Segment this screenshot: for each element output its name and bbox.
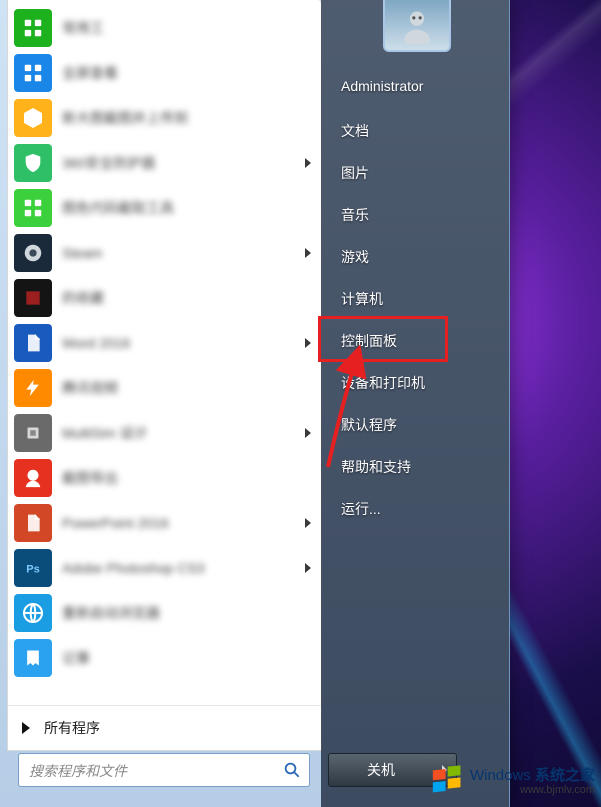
right-pane-item[interactable]: 帮助和支持 — [335, 446, 499, 488]
program-label: Steam — [62, 245, 305, 261]
program-label: 的收藏 — [62, 288, 311, 308]
submenu-arrow-icon — [305, 428, 311, 438]
program-item[interactable]: 腾讯视频 — [8, 365, 321, 410]
program-item[interactable]: MultiSim 设计 — [8, 410, 321, 455]
right-pane-item-label: 帮助和支持 — [341, 457, 411, 477]
program-icon — [14, 639, 52, 677]
program-item[interactable]: 截图导出 — [8, 455, 321, 500]
program-icon — [14, 414, 52, 452]
submenu-arrow-icon — [305, 518, 311, 528]
submenu-arrow-icon — [305, 158, 311, 168]
search-input[interactable] — [27, 754, 273, 788]
program-icon — [14, 189, 52, 227]
program-icon — [14, 504, 52, 542]
start-menu-left-pane: 常用工全屏查看新大图截图并上传到 360安全防护器图色代码截取工具 Steam 的收藏… — [7, 0, 322, 751]
program-label: 记事 — [62, 648, 311, 668]
right-pane-item[interactable]: 音乐 — [335, 194, 499, 236]
right-pane-item-label: 图片 — [341, 163, 369, 183]
program-list: 常用工全屏查看新大图截图并上传到 360安全防护器图色代码截取工具 Steam 的收藏… — [8, 5, 321, 700]
right-pane-item-label: 默认程序 — [341, 415, 397, 435]
right-pane-item-label: 游戏 — [341, 247, 369, 267]
start-menu-right-pane: Administrator 文档图片音乐游戏计算机控制面板设备和打印机默认程序帮助… — [321, 0, 509, 807]
program-label: 重新启动浏览器 — [62, 603, 311, 623]
program-label: 新大图截图并上传到 — [62, 108, 311, 128]
program-item[interactable]: Word 2016 — [8, 320, 321, 365]
program-icon — [14, 459, 52, 497]
program-item[interactable]: 新大图截图并上传到 — [8, 95, 321, 140]
program-label: 常用工 — [62, 18, 311, 38]
program-item[interactable]: 图色代码截取工具 — [8, 185, 321, 230]
search-icon[interactable] — [279, 757, 305, 783]
program-label: 全屏查看 — [62, 63, 311, 83]
submenu-arrow-icon — [305, 563, 311, 573]
program-label: 图色代码截取工具 — [62, 198, 311, 218]
program-icon — [14, 9, 52, 47]
shutdown-label: 关机 — [367, 760, 395, 780]
program-item[interactable]: PowerPoint 2016 — [8, 500, 321, 545]
user-avatar[interactable] — [383, 0, 451, 52]
start-menu: 常用工全屏查看新大图截图并上传到 360安全防护器图色代码截取工具 Steam 的收藏… — [0, 0, 510, 807]
program-label: PowerPoint 2016 — [62, 515, 305, 531]
submenu-arrow-icon — [305, 248, 311, 258]
right-pane-item[interactable]: 默认程序 — [335, 404, 499, 446]
program-label: 腾讯视频 — [62, 378, 311, 398]
right-pane-item[interactable]: 运行... — [335, 488, 499, 530]
right-pane-item[interactable]: 控制面板 — [335, 320, 499, 362]
program-item[interactable]: Ps Adobe Photoshop CS3 — [8, 545, 321, 590]
right-pane-item-label: 计算机 — [341, 289, 383, 309]
right-item-list: Administrator 文档图片音乐游戏计算机控制面板设备和打印机默认程序帮助… — [335, 62, 499, 530]
program-item[interactable]: 全屏查看 — [8, 50, 321, 95]
chevron-right-icon — [442, 765, 447, 775]
right-pane-item-label: Administrator — [341, 78, 423, 94]
svg-text:Ps: Ps — [26, 563, 39, 575]
search-box[interactable] — [18, 753, 310, 787]
right-pane-item-label: 控制面板 — [341, 331, 397, 351]
program-label: Adobe Photoshop CS3 — [62, 560, 305, 576]
program-icon — [14, 324, 52, 362]
right-pane-item[interactable]: 游戏 — [335, 236, 499, 278]
program-label: 360安全防护器 — [62, 153, 305, 173]
program-item[interactable]: 常用工 — [8, 5, 321, 50]
arrow-right-icon — [22, 722, 30, 734]
right-pane-item[interactable]: Administrator — [335, 62, 499, 110]
program-icon — [14, 369, 52, 407]
program-label: 截图导出 — [62, 468, 311, 488]
submenu-arrow-icon — [305, 338, 311, 348]
right-pane-item-label: 运行... — [341, 499, 381, 519]
right-pane-item-label: 文档 — [341, 121, 369, 141]
shutdown-options-button[interactable] — [432, 753, 457, 787]
right-pane-item[interactable]: 文档 — [335, 110, 499, 152]
program-label: MultiSim 设计 — [62, 423, 305, 443]
right-pane-item[interactable]: 设备和打印机 — [335, 362, 499, 404]
program-icon: Ps — [14, 549, 52, 587]
all-programs-label: 所有程序 — [44, 718, 100, 738]
right-pane-item[interactable]: 计算机 — [335, 278, 499, 320]
program-item[interactable]: 记事 — [8, 635, 321, 680]
program-icon — [14, 54, 52, 92]
program-item[interactable]: 360安全防护器 — [8, 140, 321, 185]
all-programs-button[interactable]: 所有程序 — [8, 705, 321, 750]
program-icon — [14, 144, 52, 182]
program-icon — [14, 234, 52, 272]
program-item[interactable]: 重新启动浏览器 — [8, 590, 321, 635]
program-icon — [14, 594, 52, 632]
right-pane-item-label: 设备和打印机 — [341, 373, 425, 393]
right-pane-item-label: 音乐 — [341, 205, 369, 225]
program-label: Word 2016 — [62, 335, 305, 351]
program-item[interactable]: 的收藏 — [8, 275, 321, 320]
program-icon — [14, 99, 52, 137]
program-icon — [14, 279, 52, 317]
shutdown-button[interactable]: 关机 — [328, 753, 434, 787]
right-pane-item[interactable]: 图片 — [335, 152, 499, 194]
program-item[interactable]: Steam — [8, 230, 321, 275]
